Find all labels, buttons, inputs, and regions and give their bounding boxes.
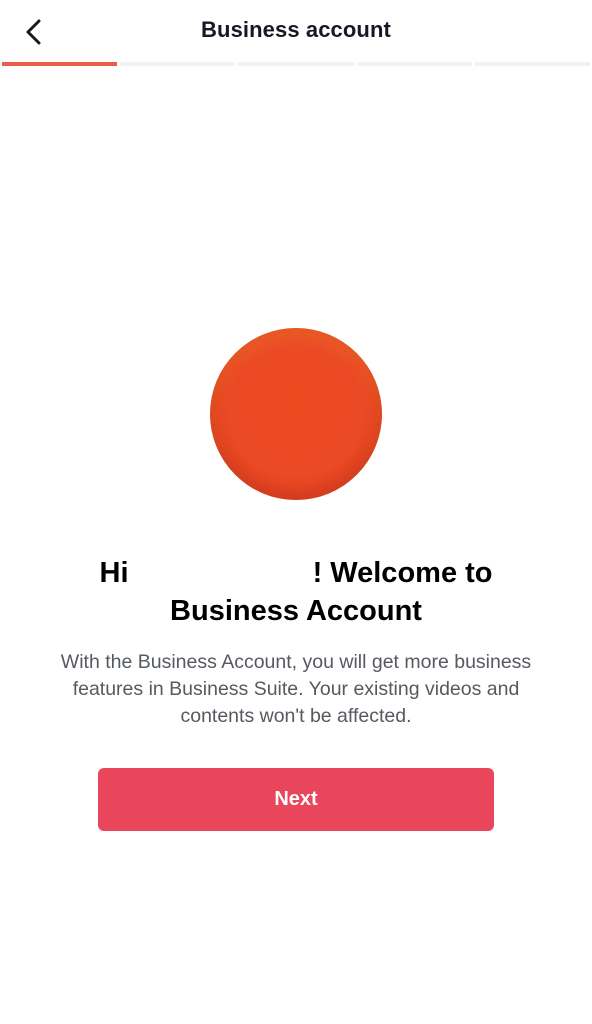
avatar: [210, 328, 382, 500]
progress-step-4: [356, 62, 472, 66]
description-text: With the Business Account, you will get …: [60, 651, 532, 727]
page-title: Business account: [201, 17, 391, 42]
redacted-username: [136, 559, 313, 590]
progress-step-1: [2, 62, 118, 66]
step-progress-bar: [2, 62, 591, 66]
progress-step-5: [474, 62, 591, 66]
welcome-greeting: Hi: [99, 557, 129, 589]
welcome-heading: Hi ! Welcome to Business Account: [40, 554, 552, 630]
progress-step-3: [238, 62, 354, 66]
next-button[interactable]: Next: [98, 768, 494, 831]
progress-step-2: [120, 62, 236, 66]
header: Business account: [0, 0, 592, 62]
